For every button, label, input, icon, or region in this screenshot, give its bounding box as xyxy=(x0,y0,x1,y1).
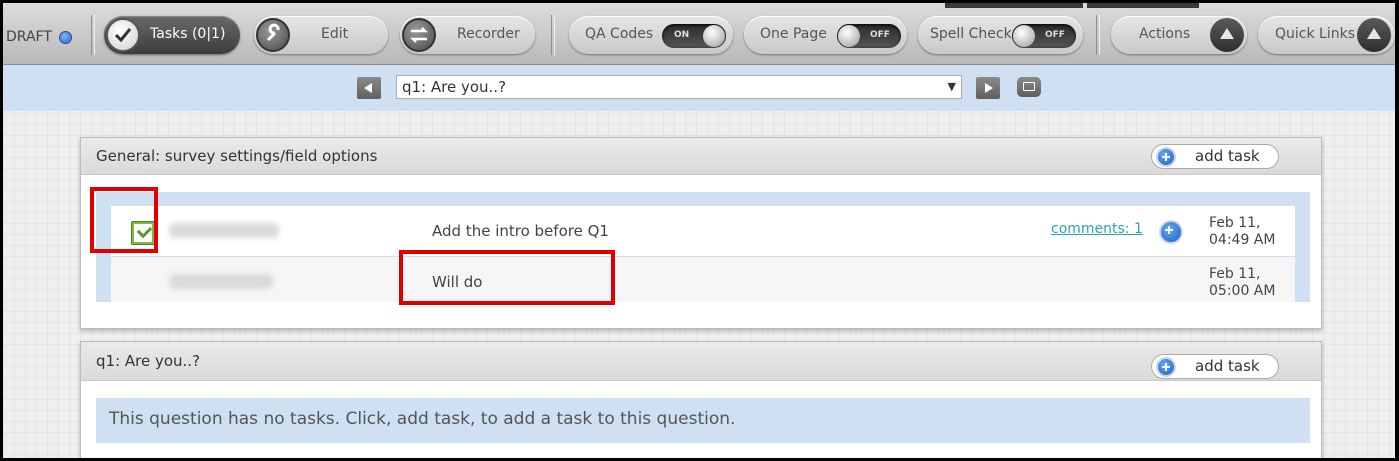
panel-header: q1: Are you..? add task xyxy=(81,342,1321,381)
toggle-knob xyxy=(838,25,860,47)
add-task-button[interactable]: add task xyxy=(1151,144,1279,169)
toggle-knob xyxy=(703,25,725,47)
tasks-button[interactable]: Tasks (0|1) xyxy=(104,16,240,54)
qa-codes-control: QA Codes ON xyxy=(569,16,733,54)
add-task-button[interactable]: add task xyxy=(1151,354,1279,379)
recorder-arrows-icon xyxy=(402,18,436,52)
task-date-day: Feb 11, xyxy=(1209,266,1261,282)
empty-task-message-text: This question has no tasks. Click, add t… xyxy=(109,409,736,429)
qa-codes-toggle[interactable]: ON xyxy=(662,24,726,48)
window-tab-strip xyxy=(1087,3,1199,8)
spell-check-state: OFF xyxy=(1045,30,1065,40)
author-name-redacted xyxy=(169,223,279,238)
one-page-label: One Page xyxy=(760,26,827,42)
recorder-button[interactable]: Recorder xyxy=(400,16,535,54)
author-name-redacted xyxy=(169,274,273,289)
panel-title: General: survey settings/field options xyxy=(96,147,378,165)
qa-codes-label: QA Codes xyxy=(585,26,654,42)
highlight-box xyxy=(90,187,158,253)
task-list: Add the intro before Q1 comments: 1 Feb … xyxy=(96,192,1310,302)
next-question-button[interactable] xyxy=(976,77,1000,99)
toolbar-divider xyxy=(551,15,555,55)
checkmark-icon xyxy=(106,18,140,52)
actions-button-label: Actions xyxy=(1139,26,1191,42)
tasks-button-label: Tasks (0|1) xyxy=(150,26,226,42)
quick-links-button-label: Quick Links xyxy=(1275,26,1356,42)
task-date: Feb 11, 05:00 AM xyxy=(1209,266,1289,300)
edit-button-label: Edit xyxy=(321,26,349,42)
plus-icon xyxy=(1156,357,1176,377)
comments-link[interactable]: comments: 1 xyxy=(1051,221,1143,237)
window-tab-strip xyxy=(945,3,1083,8)
toggle-knob xyxy=(1013,25,1035,47)
task-panel-general: General: survey settings/field options a… xyxy=(80,137,1322,329)
toolbar-divider xyxy=(91,15,95,55)
triangle-up-icon xyxy=(1210,18,1244,52)
toolbar: DRAFT Tasks (0|1) Edit Recorder QA Codes xyxy=(3,3,1395,65)
panel-title: q1: Are you..? xyxy=(96,352,201,370)
spell-check-toggle[interactable]: OFF xyxy=(1012,24,1076,48)
spell-check-control: Spell Check OFF xyxy=(918,16,1083,54)
question-navigator: q1: Are you..? ▼ xyxy=(3,65,1395,111)
previous-question-button[interactable] xyxy=(357,77,381,99)
one-page-control: One Page OFF xyxy=(744,16,907,54)
triangle-up-icon xyxy=(1357,18,1391,52)
question-select-value: q1: Are you..? xyxy=(402,78,507,96)
empty-task-message: This question has no tasks. Click, add t… xyxy=(96,398,1310,443)
actions-button[interactable]: Actions xyxy=(1111,16,1247,54)
toolbar-divider xyxy=(1096,15,1100,55)
print-icon[interactable] xyxy=(1017,77,1041,97)
quick-links-button[interactable]: Quick Links xyxy=(1258,16,1395,54)
wrench-icon xyxy=(256,18,290,52)
one-page-state: OFF xyxy=(870,30,890,40)
task-date-time: 04:49 AM xyxy=(1209,232,1276,248)
chevron-down-icon: ▼ xyxy=(947,80,956,93)
highlight-box xyxy=(399,250,615,305)
edit-button[interactable]: Edit xyxy=(254,16,388,54)
panel-header: General: survey settings/field options a… xyxy=(81,138,1321,175)
task-date-day: Feb 11, xyxy=(1209,215,1261,231)
spell-check-label: Spell Check xyxy=(930,26,1012,42)
task-reply-row: Will do Feb 11, 05:00 AM xyxy=(111,257,1295,302)
qa-codes-state: ON xyxy=(674,30,690,40)
task-row: Add the intro before Q1 comments: 1 Feb … xyxy=(111,206,1295,256)
plus-icon xyxy=(1156,147,1176,167)
add-comment-icon[interactable] xyxy=(1159,220,1183,244)
task-date: Feb 11, 04:49 AM xyxy=(1209,215,1289,249)
draft-label: DRAFT xyxy=(6,29,52,45)
add-task-label: add task xyxy=(1195,147,1260,165)
draft-status-icon xyxy=(59,31,72,44)
recorder-button-label: Recorder xyxy=(457,26,520,42)
task-panel-q1: q1: Are you..? add task This question ha… xyxy=(80,341,1322,458)
task-text: Add the intro before Q1 xyxy=(432,222,609,240)
task-date-time: 05:00 AM xyxy=(1209,283,1276,299)
one-page-toggle[interactable]: OFF xyxy=(837,24,901,48)
add-task-label: add task xyxy=(1195,357,1260,375)
app-frame: DRAFT Tasks (0|1) Edit Recorder QA Codes xyxy=(3,3,1395,458)
question-select[interactable]: q1: Are you..? ▼ xyxy=(396,75,962,99)
